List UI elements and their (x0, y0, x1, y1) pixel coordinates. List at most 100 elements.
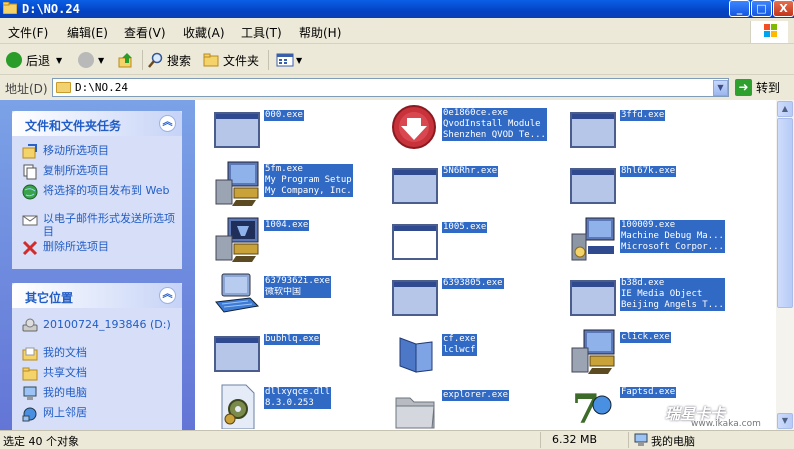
menu-tools[interactable]: 工具(T) (241, 24, 282, 41)
views-button[interactable]: ▼ (276, 50, 302, 70)
menu-favorites[interactable]: 收藏(A) (183, 24, 225, 41)
menu-view[interactable]: 查看(V) (124, 24, 166, 41)
go-arrow-icon: ➜ (735, 79, 752, 96)
file-name: 000.exe (264, 110, 304, 121)
views-dropdown-icon[interactable]: ▼ (296, 56, 302, 65)
file-list: 000.exe 0e1860ce.exe QvodInstall Module … (195, 100, 776, 430)
place-my-computer[interactable]: 我的电脑 (22, 386, 183, 402)
back-button[interactable]: 后退 ▼ (6, 50, 62, 70)
task-move[interactable]: 移动所选项目 (22, 144, 183, 160)
move-icon (22, 144, 37, 159)
place-drive-label: 20100724_193846 (D:) (43, 318, 171, 331)
task-copy[interactable]: 复制所选项目 (22, 164, 183, 180)
place-network[interactable]: 网上邻居 (22, 406, 183, 422)
place-drive-d[interactable]: 20100724_193846 (D:) (22, 318, 183, 334)
email-icon (22, 215, 38, 226)
status-bar: 选定 40 个对象 6.32 MB 我的电脑 (0, 430, 794, 449)
collapse-icon[interactable]: ︽ (159, 115, 176, 132)
scroll-thumb[interactable] (777, 118, 793, 308)
place-my-computer-label: 我的电脑 (43, 386, 87, 399)
file-item[interactable]: 1004.exe (212, 216, 387, 266)
scroll-down-icon[interactable]: ▼ (777, 413, 793, 429)
file-tasks-header[interactable]: 文件和文件夹任务 ︽ (12, 111, 182, 136)
close-button[interactable]: X (773, 0, 794, 17)
back-dropdown-icon[interactable]: ▼ (56, 56, 62, 65)
dll-gear-icon (212, 383, 262, 430)
file-name: click.exe (620, 332, 671, 343)
file-description: My Program Setup (264, 175, 353, 186)
address-input[interactable]: D:\NO.24 (52, 78, 729, 97)
my-computer-icon (23, 386, 37, 400)
menu-edit[interactable]: 编辑(E) (67, 24, 108, 41)
go-button[interactable]: ➜ 转到 (735, 79, 780, 96)
file-description: Machine Debug Ma... (620, 231, 725, 242)
file-name: cf.exe (442, 334, 477, 345)
seven-zip-icon: 7 (568, 383, 618, 430)
menu-file[interactable]: 文件(F) (8, 24, 48, 41)
other-places-header[interactable]: 其它位置 ︽ (12, 283, 182, 308)
file-item[interactable]: 6379362i.exe 微软中国 (212, 272, 387, 322)
views-icon (276, 53, 294, 67)
file-item[interactable]: 5fm.exe My Program Setup My Company, Inc… (212, 160, 387, 210)
window-icon (390, 274, 440, 320)
file-name: Faptsd.exe (620, 387, 677, 398)
collapse-icon[interactable]: ︽ (159, 287, 176, 304)
debug-computer-icon (568, 216, 618, 262)
status-size: 6.32 MB (552, 433, 598, 446)
file-name: bubhlq.exe (264, 334, 321, 345)
file-item[interactable]: bubhlq.exe (212, 330, 387, 380)
task-email[interactable]: 以电子邮件形式发送所选项目 (22, 212, 183, 238)
scroll-up-icon[interactable]: ▲ (777, 101, 793, 117)
setup-computer-icon (212, 216, 262, 262)
toolbar-separator (142, 50, 143, 70)
file-item[interactable]: explorer.exe (390, 386, 565, 430)
folder-icon (56, 82, 71, 93)
file-item[interactable]: b38d.exe IE Media Object Beijing Angels … (568, 274, 743, 324)
forward-dropdown-icon[interactable]: ▼ (98, 56, 104, 65)
copy-icon (23, 164, 37, 180)
task-publish-web[interactable]: 将选择的项目发布到 Web (22, 184, 183, 200)
file-item[interactable]: 6393805.exe (390, 274, 565, 324)
place-my-documents[interactable]: 我的文档 (22, 346, 183, 362)
window-icon (390, 162, 440, 208)
file-item[interactable]: 5N6Rhr.exe (390, 162, 565, 212)
address-bar: 地址(D) D:\NO.24 (0, 76, 794, 100)
file-tasks-panel: 文件和文件夹任务 ︽ 移动所选项目 复制所选项目 将选择的项目发布到 Web 以… (12, 111, 182, 269)
task-email-label: 以电子邮件形式发送所选项目 (43, 212, 175, 238)
minimize-button[interactable]: _ (729, 0, 750, 17)
file-name: explorer.exe (442, 390, 510, 401)
up-folder-icon (118, 53, 132, 68)
globe-icon (22, 184, 38, 200)
maximize-button[interactable]: □ (751, 0, 772, 17)
file-item[interactable]: 3ffd.exe (568, 106, 743, 156)
window-icon (212, 106, 262, 152)
folders-button[interactable]: 文件夹 (203, 50, 259, 70)
file-item[interactable]: 1005.exe (390, 218, 565, 268)
file-item[interactable]: cf.exe lclwcf (390, 330, 565, 380)
folders-label: 文件夹 (223, 53, 260, 68)
window-title: D:\NO.24 (22, 2, 80, 16)
menu-help[interactable]: 帮助(H) (299, 24, 341, 41)
search-button[interactable]: 搜索 (148, 50, 191, 70)
task-delete[interactable]: 删除所选项目 (22, 240, 183, 256)
address-value: D:\NO.24 (75, 81, 128, 94)
file-item[interactable]: dllxyqce.dll 8.3.0.253 (212, 383, 387, 430)
forward-button[interactable]: ▼ (78, 50, 104, 70)
window-icon (568, 274, 618, 320)
file-name: 1004.exe (264, 220, 310, 231)
other-places-title: 其它位置 (25, 291, 74, 305)
place-shared-documents[interactable]: 共享文档 (22, 366, 183, 382)
address-dropdown-icon[interactable]: ▼ (713, 80, 728, 96)
blank-window-icon (390, 218, 440, 264)
up-folder-button[interactable] (118, 50, 134, 70)
task-publish-label: 将选择的项目发布到 Web (43, 184, 170, 197)
file-item[interactable]: 0e1860ce.exe QvodInstall Module Shenzhen… (390, 104, 565, 154)
delete-icon (22, 240, 38, 256)
file-name: 3ffd.exe (620, 110, 666, 121)
file-item[interactable]: 000.exe (212, 106, 387, 156)
file-item[interactable]: 100009.exe Machine Debug Ma... Microsoft… (568, 216, 743, 266)
search-label: 搜索 (167, 53, 192, 68)
file-list-scrollbar[interactable]: ▲ ▼ (776, 100, 794, 430)
file-item[interactable]: 8hl67k.exe (568, 162, 743, 212)
file-item[interactable]: click.exe (568, 328, 743, 378)
